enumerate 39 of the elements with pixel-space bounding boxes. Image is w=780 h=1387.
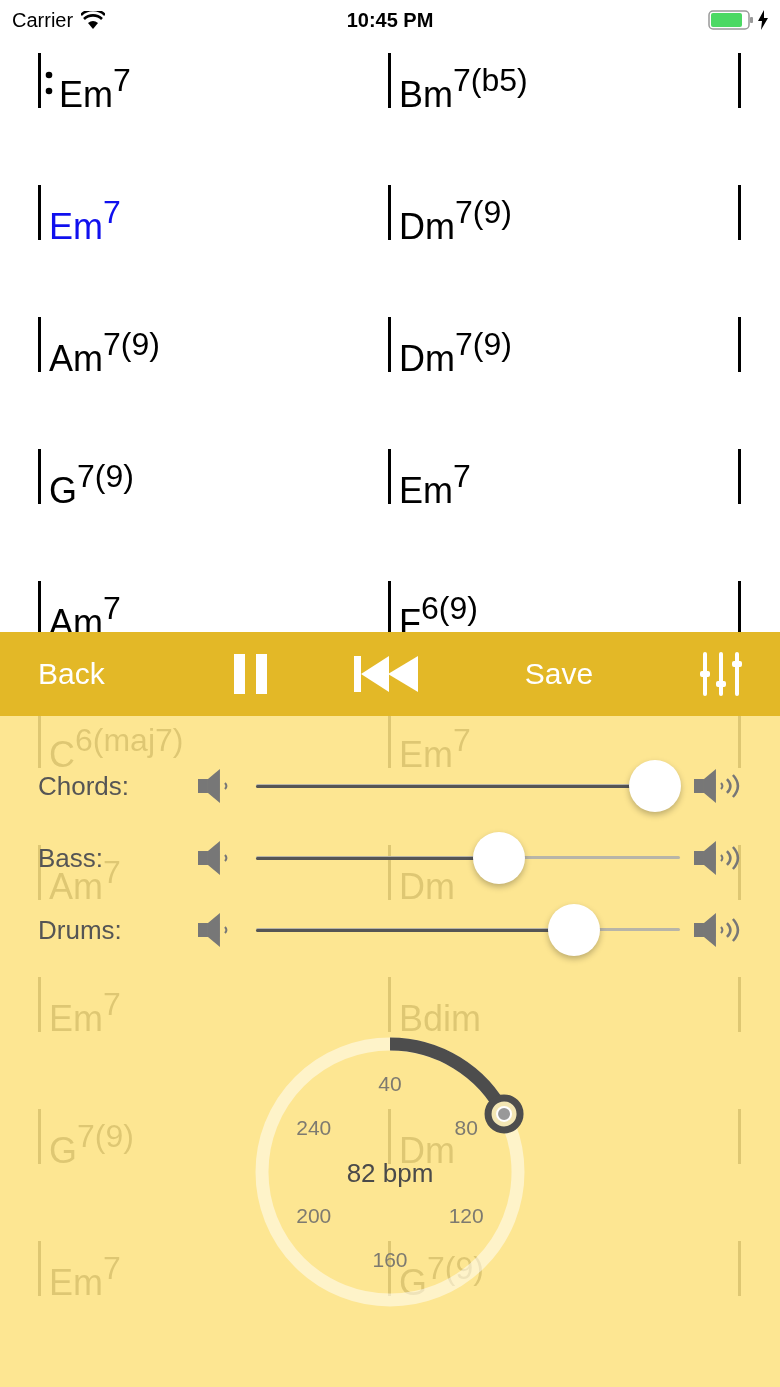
pause-icon [234, 654, 268, 694]
battery-icon [708, 10, 754, 30]
sliders-icon [700, 652, 742, 696]
dial-knob[interactable] [484, 1094, 524, 1134]
skip-back-icon [354, 656, 418, 692]
speaker-loud-icon [694, 767, 742, 805]
tempo-tick-label: 120 [448, 1204, 484, 1227]
chord-symbol[interactable]: Bm$^{7(b5)}$ [399, 59, 528, 115]
chord-symbol[interactable]: Dm$^{7(9)}$ [399, 191, 512, 247]
back-button[interactable]: Back [38, 657, 148, 691]
chord-symbol[interactable]: Am$^{7(9)}$ [49, 323, 160, 379]
slider-thumb[interactable] [473, 832, 526, 884]
chord-symbol[interactable]: Em$^{7}$ [59, 59, 131, 115]
carrier-label: Carrier [12, 8, 74, 32]
tempo-tick-label: 200 [296, 1204, 332, 1227]
channel-label: Drums: [38, 914, 122, 945]
slider-thumb[interactable] [628, 760, 681, 812]
channel-label: Chords: [38, 770, 130, 801]
tempo-tick-label: 240 [296, 1116, 332, 1139]
tempo-tick-label: 40 [378, 1072, 402, 1095]
wifi-icon [81, 11, 106, 29]
chord-symbol[interactable]: Em$^{7}$ [399, 455, 471, 511]
charging-bolt-icon [758, 10, 768, 30]
slider-thumb[interactable] [548, 904, 601, 956]
chord-symbol[interactable]: Em$^{7}$ [49, 191, 121, 247]
rewind-button[interactable] [354, 656, 418, 692]
status-time: 10:45 PM [346, 8, 434, 32]
channel-label: Bass: [38, 842, 104, 873]
save-button[interactable]: Save [504, 657, 614, 691]
chord-symbol[interactable]: Dm$^{7(9)}$ [399, 323, 512, 379]
speaker-loud-icon [694, 911, 742, 949]
tempo-tick-label: 80 [454, 1116, 478, 1139]
mixer-button[interactable] [700, 652, 742, 696]
speaker-loud-icon [694, 839, 742, 877]
tempo-tick-label: 160 [372, 1248, 408, 1271]
volume-slider[interactable] [255, 904, 681, 956]
tempo-readout: 82 bpm [346, 1158, 434, 1188]
pause-button[interactable] [234, 654, 268, 694]
chord-symbol[interactable]: G$^{7(9)}$ [49, 455, 134, 511]
